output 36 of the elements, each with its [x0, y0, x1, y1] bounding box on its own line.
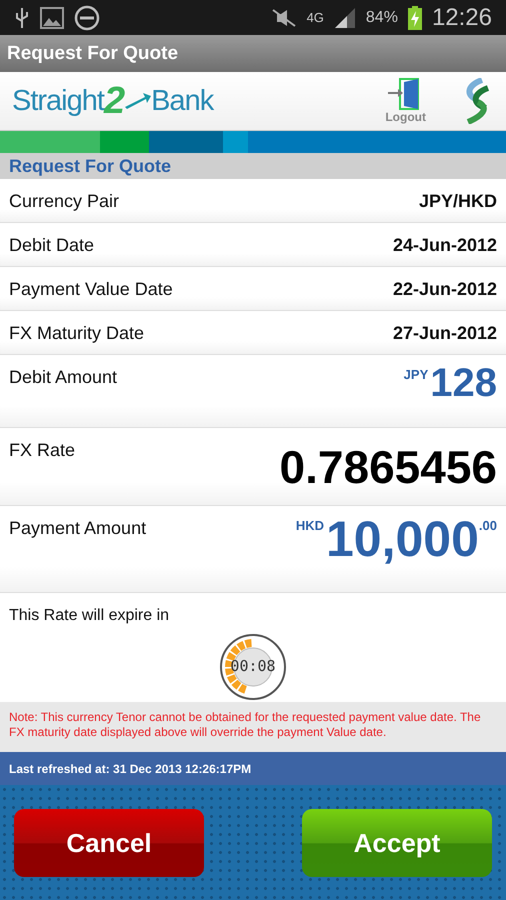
rate-value: 0.7865456: [280, 442, 497, 493]
accept-button[interactable]: Accept: [302, 809, 492, 877]
expiry-label: This Rate will expire in: [9, 607, 170, 625]
field-value: 22-Jun-2012: [392, 279, 497, 301]
warning-note: Note: This currency Tenor cannot be obtained for the requested payment value date. The FX maturity date displayed above will override the payment Value date.: [0, 702, 506, 752]
amount-decimals: .00: [478, 518, 497, 533]
field-label: FX Rate: [9, 440, 76, 462]
field-value: 27-Jun-2012: [392, 323, 497, 345]
brand-logo: Straight2 Bank: [12, 82, 214, 120]
battery-charging-icon: [408, 6, 422, 30]
last-refreshed-text: Last refreshed at: 31 Dec 2013 12:26:17PM: [9, 762, 252, 776]
cancel-button[interactable]: Cancel: [14, 809, 204, 877]
section-header: Request For Quote: [0, 153, 506, 179]
network-type: 4G: [306, 10, 324, 25]
field-label: Payment Value Date: [9, 279, 173, 301]
currency-code: JPY: [404, 367, 428, 382]
field-label: Debit Amount: [9, 367, 118, 389]
clock-time: 12:26: [432, 4, 492, 32]
mute-icon: [270, 8, 297, 26]
logout-button[interactable]: Logout: [385, 78, 426, 124]
field-value: JPY/HKD: [418, 191, 497, 213]
field-label: FX Maturity Date: [9, 323, 144, 345]
field-label: Currency Pair: [9, 191, 120, 213]
amount-value: 10,000: [326, 512, 479, 567]
image-icon: [40, 6, 64, 28]
amount-value: 128: [430, 361, 497, 405]
block-icon: [74, 4, 100, 30]
field-label: Payment Amount: [9, 518, 146, 540]
screen-title: Request For Quote: [7, 42, 178, 64]
usb-icon: [14, 6, 30, 28]
battery-percent: 84%: [366, 8, 398, 26]
field-value: 24-Jun-2012: [392, 235, 497, 257]
signal-icon: [334, 6, 356, 28]
countdown-timer: 00:08: [219, 633, 287, 701]
field-label: Debit Date: [9, 235, 94, 257]
currency-code: HKD: [296, 518, 324, 533]
